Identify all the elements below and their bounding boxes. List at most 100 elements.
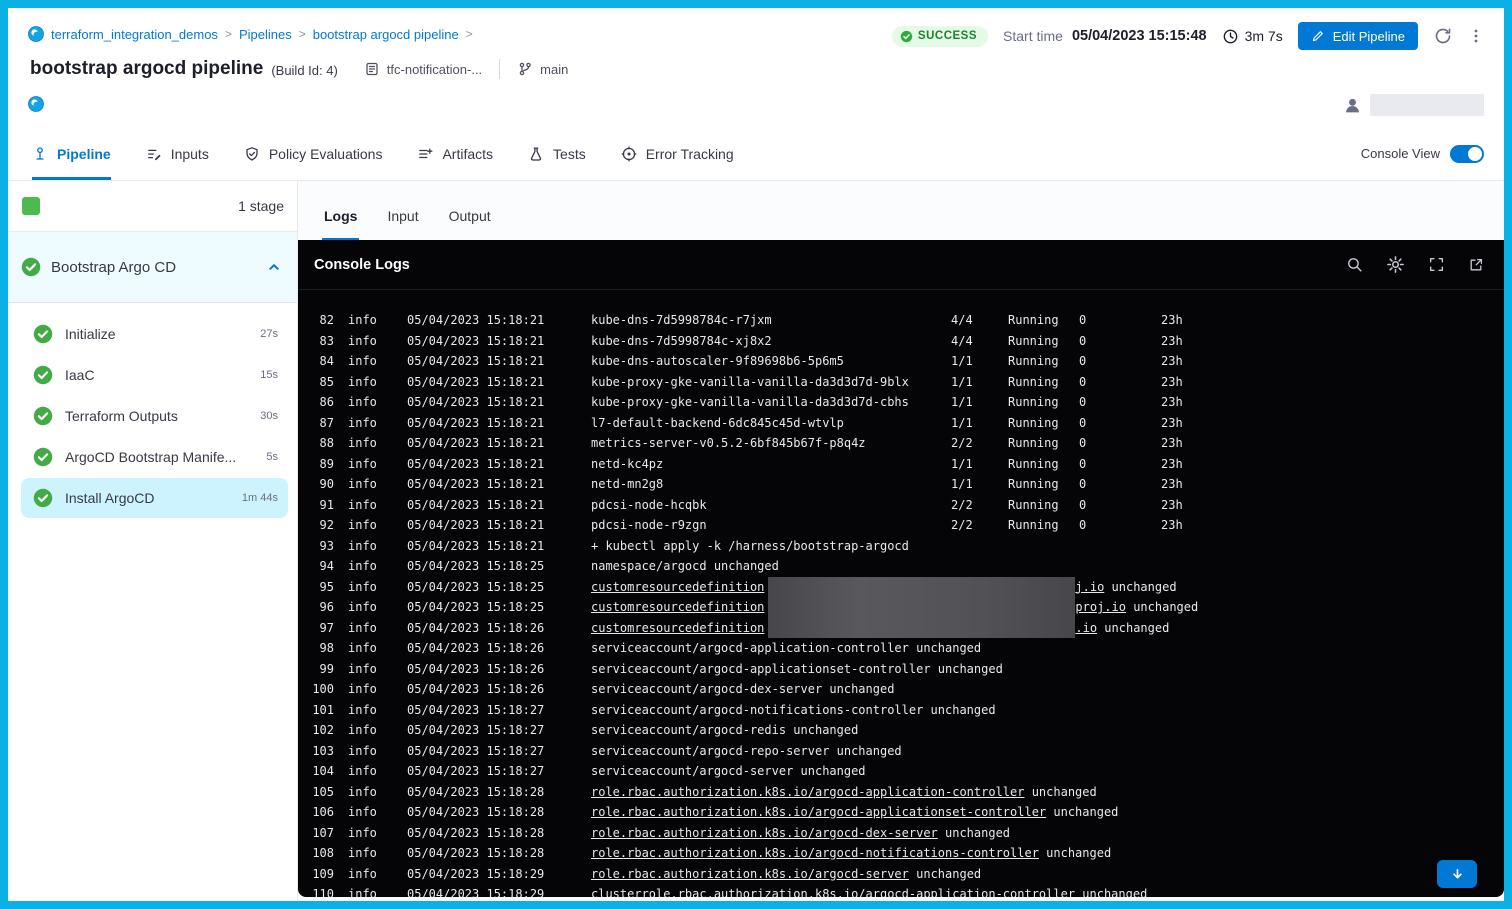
log-timestamp: 05/04/2023 15:18:26 [407,659,591,680]
pod-status: Running [1008,433,1079,454]
log-level: info [348,761,407,782]
log-line-number: 96 [312,597,334,618]
log-tab-input[interactable]: Input [385,193,420,240]
tab-tests[interactable]: Tests [528,127,586,180]
pod-name: netd-kc4pz [591,454,951,475]
log-line-number: 93 [312,536,334,557]
log-link[interactable]: proj.io [1075,597,1126,618]
tab-pipeline[interactable]: Pipeline [32,127,111,180]
log-link[interactable]: .io [1075,618,1097,639]
step-name: ArgoCD Bootstrap Manife... [65,449,236,465]
breadcrumb-link-bootstrap-argocd-pipeline[interactable]: bootstrap argocd pipeline [313,27,459,42]
tab-label: Policy Evaluations [269,146,383,162]
log-line-number: 92 [312,515,334,536]
breadcrumb-link-terraform-integration-demos[interactable]: terraform_integration_demos [51,27,218,42]
log-link[interactable]: role.rbac.authorization.k8s.io/argocd-ap… [591,782,1024,803]
log-link[interactable]: customresourcedefinition [591,577,764,598]
log-level: info [348,782,407,803]
log-line-number: 103 [312,741,334,762]
pod-ready: 1/1 [951,474,1008,495]
log-timestamp: 05/04/2023 15:18:21 [407,515,591,536]
breadcrumb-separator: > [466,27,473,41]
pod-status: Running [1008,495,1079,516]
log-line-number: 90 [312,474,334,495]
chevron-up-icon[interactable] [266,259,282,275]
log-timestamp: 05/04/2023 15:18:28 [407,802,591,823]
log-link[interactable]: role.rbac.authorization.k8s.io/argocd-ap… [591,802,1046,823]
step-name: IaaC [65,367,95,383]
pod-ready: 1/1 [951,351,1008,372]
log-level: info [348,679,407,700]
tab-artifacts[interactable]: Artifacts [417,127,493,180]
log-tab-logs[interactable]: Logs [322,193,359,240]
content: 1 stage Bootstrap Argo CD Initialize27sI… [8,181,1504,901]
log-level: info [348,884,407,897]
log-link[interactable]: j.io [1075,577,1104,598]
log-row: 100info05/04/2023 15:18:26serviceaccount… [298,679,1504,700]
log-tab-output[interactable]: Output [447,193,493,240]
log-body[interactable]: 82info05/04/2023 15:18:21kube-dns-7d5998… [298,290,1504,897]
tab-label: Artifacts [442,146,493,162]
kebab-menu-icon[interactable] [1468,27,1484,45]
pod-ready: 2/2 [951,495,1008,516]
open-in-new-icon[interactable] [1468,257,1484,273]
log-line-number: 102 [312,720,334,741]
log-line-number: 105 [312,782,334,803]
search-icon[interactable] [1346,256,1363,273]
log-text: + kubectl apply -k /harness/bootstrap-ar… [591,536,909,557]
log-line-number: 89 [312,454,334,475]
log-row: 98info05/04/2023 15:18:26serviceaccount/… [298,638,1504,659]
log-link[interactable]: role.rbac.authorization.k8s.io/argocd-de… [591,823,938,844]
tab-policy-evaluations[interactable]: Policy Evaluations [244,127,383,180]
repo-info[interactable]: tfc-notification-... [364,61,482,77]
pod-age: 23h [1161,310,1183,331]
log-row: 96info05/04/2023 15:18:25customresourced… [298,597,1504,618]
step-item-iaac[interactable]: IaaC15s [21,355,288,395]
check-circle-icon [33,365,53,385]
pod-age: 23h [1161,372,1183,393]
redacted-username [1370,94,1484,116]
harness-logo-icon [28,26,44,42]
step-item-initialize[interactable]: Initialize27s [21,314,288,354]
log-link[interactable]: customresourcedefinition [591,618,764,639]
scroll-to-bottom-button[interactable] [1437,860,1477,888]
pod-age: 23h [1161,474,1183,495]
log-level: info [348,741,407,762]
pod-restarts: 0 [1079,454,1161,475]
harness-logo-icon [28,96,44,112]
fullscreen-icon[interactable] [1428,256,1445,273]
page-header: terraform_integration_demos > Pipelines > bo… [8,8,1504,127]
stage-row[interactable]: Bootstrap Argo CD [8,232,297,303]
branch-info[interactable]: main [517,61,568,77]
pod-restarts: 0 [1079,515,1161,536]
settings-icon[interactable] [1386,255,1405,274]
log-text: unchanged [1024,782,1096,803]
step-item-terraform-outputs[interactable]: Terraform Outputs30s [21,396,288,436]
log-timestamp: 05/04/2023 15:18:25 [407,556,591,577]
log-link[interactable]: customresourcedefinition [591,597,764,618]
pod-restarts: 0 [1079,351,1161,372]
pod-status: Running [1008,515,1079,536]
step-item-argocd-bootstrap-manife[interactable]: ArgoCD Bootstrap Manife...5s [21,437,288,477]
log-timestamp: 05/04/2023 15:18:21 [407,351,591,372]
breadcrumb-link-pipelines[interactable]: Pipelines [239,27,292,42]
log-text: unchanged [1126,597,1198,618]
breadcrumb-separator: > [225,27,232,41]
log-message: role.rbac.authorization.k8s.io/argocd-no… [591,843,1504,864]
refresh-icon[interactable] [1433,26,1453,46]
log-row: 101info05/04/2023 15:18:27serviceaccount… [298,700,1504,721]
log-text: unchanged [1039,843,1111,864]
step-item-install-argocd[interactable]: Install ArgoCD1m 44s [21,478,288,518]
log-message: role.rbac.authorization.k8s.io/argocd-de… [591,823,1504,844]
log-message: clusterrole.rbac.authorization.k8s.io/ar… [591,884,1504,897]
tab-inputs[interactable]: Inputs [146,127,209,180]
log-link[interactable]: role.rbac.authorization.k8s.io/argocd-se… [591,864,909,885]
log-link[interactable]: role.rbac.authorization.k8s.io/argocd-no… [591,843,1039,864]
edit-pipeline-button[interactable]: Edit Pipeline [1298,22,1418,50]
tab-error-tracking[interactable]: Error Tracking [621,127,734,180]
console-view-toggle[interactable] [1450,145,1484,163]
pod-restarts: 0 [1079,392,1161,413]
pod-restarts: 0 [1079,310,1161,331]
log-link[interactable]: clusterrole.rbac.authorization.k8s.io/ar… [591,884,1075,897]
check-circle-icon [33,324,53,344]
